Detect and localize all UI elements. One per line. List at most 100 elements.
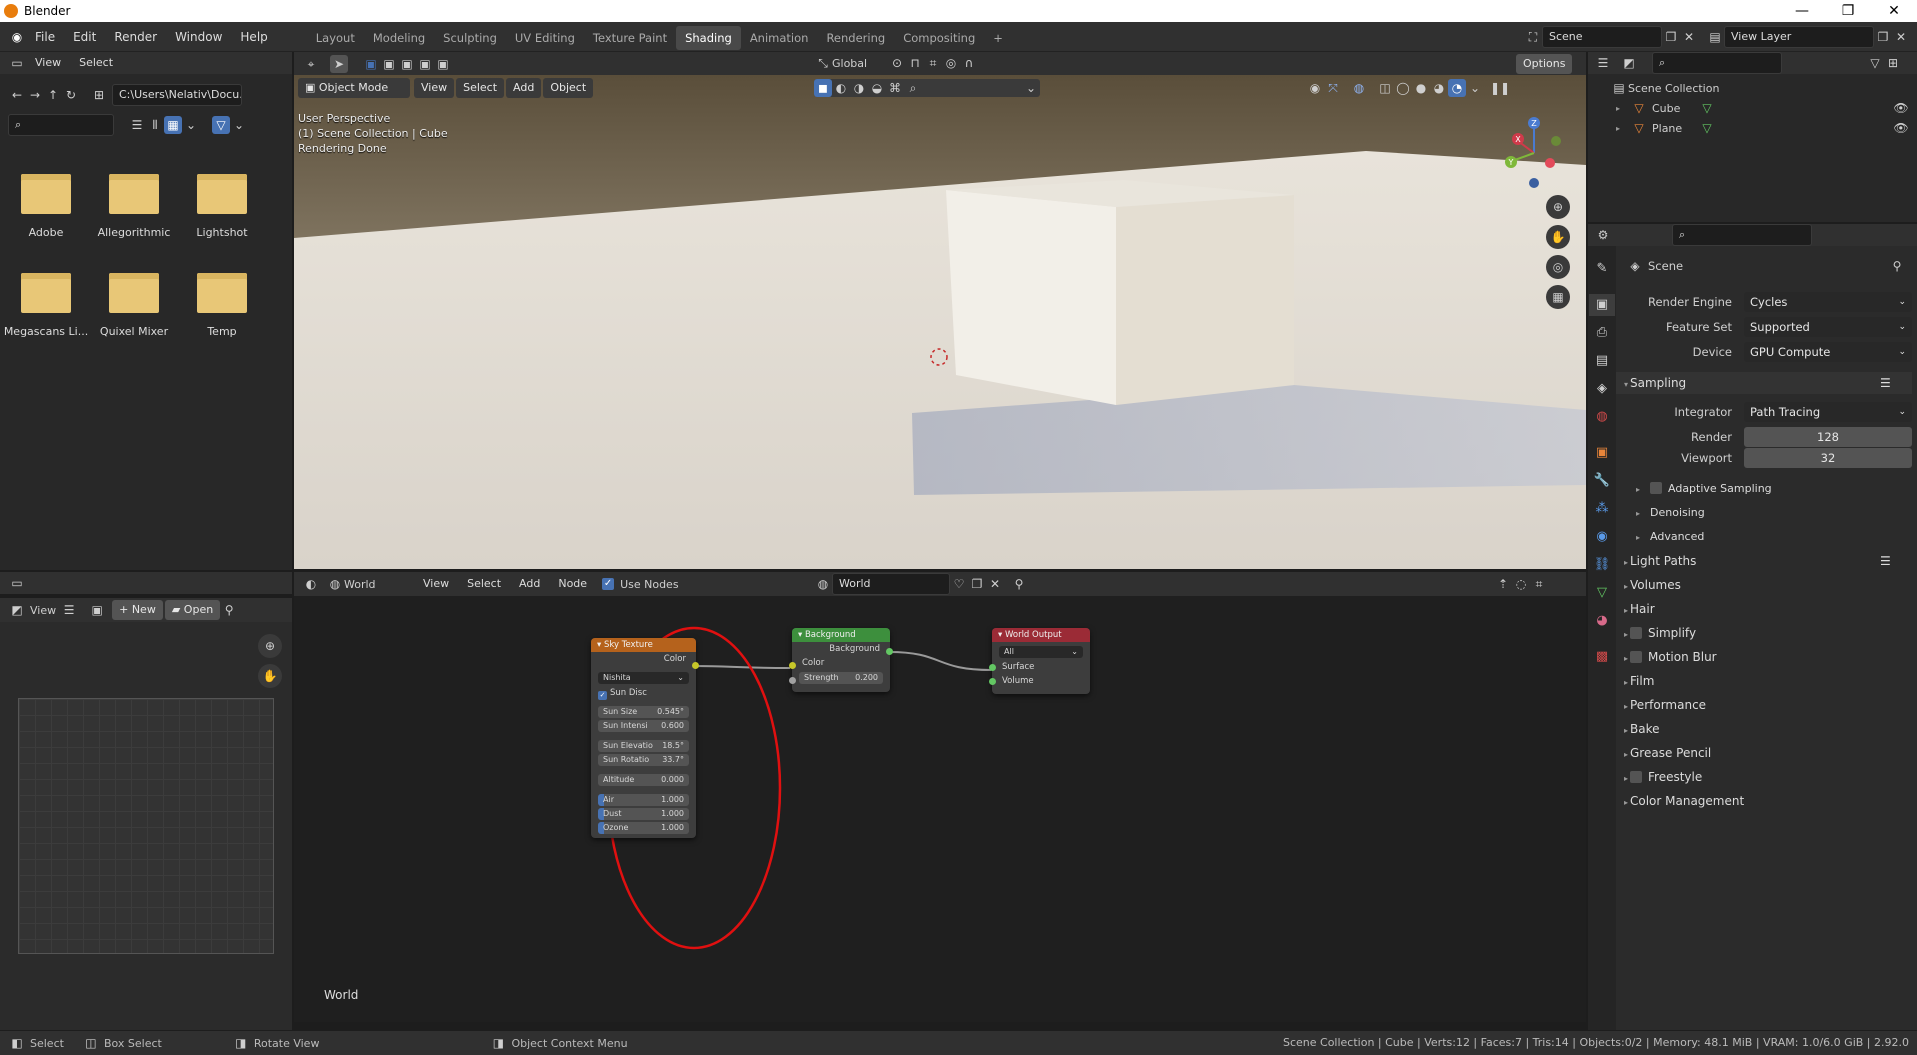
sun-disc-row[interactable]: ✓ Sun Disc bbox=[591, 686, 696, 700]
gizmo-toggle-icon[interactable]: ⤧ bbox=[1324, 79, 1342, 97]
fake-user-icon[interactable]: ♡ bbox=[950, 575, 968, 593]
tab-texture-paint[interactable]: Texture Paint bbox=[584, 26, 676, 50]
freestyle-checkbox[interactable] bbox=[1630, 771, 1642, 783]
image-editor-type-icon[interactable]: ▭ bbox=[8, 574, 26, 592]
performance-section[interactable]: ▸ Performance bbox=[1616, 694, 1912, 716]
output-target-dropdown[interactable]: All ⌄ bbox=[999, 646, 1083, 658]
add-workspace-button[interactable]: + bbox=[984, 26, 1012, 50]
air-field[interactable]: Air 1.000 bbox=[598, 794, 689, 806]
background-node[interactable]: ▾ Background Background Color Strength 0.… bbox=[789, 628, 893, 692]
new-scene-icon[interactable]: ❐ bbox=[1662, 28, 1680, 46]
node-menu-add[interactable]: Add bbox=[510, 572, 549, 596]
properties-search-input[interactable]: ⌕ bbox=[1672, 224, 1812, 246]
object-type-light-icon[interactable]: ◐ bbox=[832, 79, 850, 97]
hair-section[interactable]: ▸ Hair bbox=[1616, 598, 1912, 620]
orientation-dropdown[interactable]: Global bbox=[832, 57, 888, 70]
restore-icon[interactable]: ❐ bbox=[1825, 0, 1871, 22]
mesh-data-icon[interactable]: ▽ bbox=[1698, 99, 1716, 117]
back-icon[interactable]: ← bbox=[8, 86, 26, 104]
folder-item[interactable]: Allegorithmic bbox=[90, 166, 178, 262]
pivot-icon[interactable]: ⊙ bbox=[888, 54, 906, 72]
viewport-search-icon[interactable]: ⌕ bbox=[904, 79, 922, 97]
tab-layout[interactable]: Layout bbox=[307, 26, 364, 50]
view-layer-tab-icon[interactable]: ▤ bbox=[1589, 350, 1615, 372]
expand-icon[interactable]: ▸ bbox=[1616, 104, 1630, 113]
tab-modeling[interactable]: Modeling bbox=[364, 26, 434, 50]
folder-item[interactable]: Quixel Mixer bbox=[90, 265, 178, 361]
folder-item[interactable]: Lightshot bbox=[178, 166, 266, 262]
folder-item[interactable]: Temp bbox=[178, 265, 266, 361]
sampling-section[interactable]: ▾ Sampling ☰ bbox=[1616, 372, 1912, 394]
motion-blur-checkbox[interactable] bbox=[1630, 651, 1642, 663]
select-extend-icon[interactable]: ▣ bbox=[380, 55, 398, 73]
shading-dropdown-icon[interactable]: ⌄ bbox=[1466, 79, 1484, 97]
pan-hand-icon[interactable]: ✋ bbox=[1546, 225, 1570, 249]
pin-icon[interactable]: ⚲ bbox=[220, 601, 238, 619]
blender-menu-icon[interactable]: ◉ bbox=[8, 28, 26, 46]
filter-icon[interactable]: ▽ bbox=[212, 116, 230, 134]
material-shading-icon[interactable]: ◕ bbox=[1430, 79, 1448, 97]
render-samples-field[interactable]: 128 bbox=[1744, 427, 1912, 447]
object-type-curve-icon[interactable]: ◒ bbox=[868, 79, 886, 97]
mesh-data-icon[interactable]: ▽ bbox=[1698, 119, 1716, 137]
menu-edit[interactable]: Edit bbox=[64, 22, 105, 52]
tab-rendering[interactable]: Rendering bbox=[817, 26, 894, 50]
surface-socket[interactable] bbox=[989, 664, 996, 671]
editor-type-icon[interactable]: ▭ bbox=[8, 54, 26, 72]
parent-dir-icon[interactable]: ↑ bbox=[44, 86, 62, 104]
filebrowser-search-input[interactable]: ⌕ bbox=[8, 114, 114, 136]
sky-texture-header[interactable]: ▾ Sky Texture bbox=[591, 638, 696, 652]
pin-icon[interactable]: ⚲ bbox=[1888, 257, 1906, 275]
refresh-icon[interactable]: ↻ bbox=[62, 86, 80, 104]
adaptive-sampling-checkbox[interactable] bbox=[1650, 482, 1662, 494]
navigation-gizmo[interactable]: Z X Y bbox=[1498, 113, 1578, 193]
tab-compositing[interactable]: Compositing bbox=[894, 26, 984, 50]
rendered-shading-icon[interactable]: ◔ bbox=[1448, 79, 1466, 97]
volume-socket[interactable] bbox=[989, 678, 996, 685]
strength-input-socket[interactable] bbox=[789, 677, 796, 684]
feature-set-dropdown[interactable]: Supported ⌄ bbox=[1744, 317, 1912, 337]
image-editor-canvas[interactable]: ⊕ ✋ bbox=[0, 622, 292, 1030]
view-layer-selector[interactable]: View Layer bbox=[1724, 26, 1874, 48]
film-section[interactable]: ▸ Film bbox=[1616, 670, 1912, 692]
delete-scene-icon[interactable]: ✕ bbox=[1680, 28, 1698, 46]
outliner-item-plane[interactable]: ▸ ▽ Plane ▽ 👁 bbox=[1616, 118, 1916, 138]
adaptive-sampling-section[interactable]: ▸ Adaptive Sampling bbox=[1636, 477, 1906, 499]
zoom-icon[interactable]: ⊕ bbox=[258, 634, 282, 658]
duplicate-world-icon[interactable]: ❐ bbox=[968, 575, 986, 593]
folder-item[interactable]: Adobe bbox=[2, 166, 90, 262]
sky-texture-node[interactable]: ▾ Sky Texture Color Nishita ⌄ ✓ Sun Disc S… bbox=[591, 638, 699, 838]
close-icon[interactable]: ✕ bbox=[1871, 0, 1917, 22]
snap-mode-icon[interactable]: ⌗ bbox=[1530, 575, 1548, 593]
outliner-search-input[interactable]: ⌕ bbox=[1652, 52, 1782, 74]
zoom-icon[interactable]: ⊕ bbox=[1546, 195, 1570, 219]
viewport-menu-view[interactable]: View bbox=[414, 78, 455, 98]
strength-field[interactable]: Strength 0.200 bbox=[799, 672, 883, 684]
snap-target-icon[interactable]: ⌗ bbox=[924, 54, 942, 72]
proportional-edit-icon[interactable]: ◎ bbox=[942, 54, 960, 72]
object-mode-dropdown[interactable]: ▣ Object Mode bbox=[298, 78, 410, 98]
filebrowser-menu-select[interactable]: Select bbox=[70, 52, 122, 74]
render-tab-icon[interactable]: ▣ bbox=[1589, 294, 1615, 316]
thumbnails-icon[interactable]: ▦ bbox=[164, 116, 182, 134]
node-menu-node[interactable]: Node bbox=[549, 572, 596, 596]
motion-blur-section[interactable]: ▸ Motion Blur bbox=[1616, 646, 1912, 668]
filter-dropdown-icon[interactable]: ⌄ bbox=[230, 116, 248, 134]
options-dropdown[interactable]: Options bbox=[1516, 54, 1573, 74]
select-invert-icon[interactable]: ▣ bbox=[416, 55, 434, 73]
viewport-menu-add[interactable]: Add bbox=[506, 78, 542, 98]
object-type-camera-icon[interactable]: ◑ bbox=[850, 79, 868, 97]
tab-uv-editing[interactable]: UV Editing bbox=[506, 26, 584, 50]
use-nodes-checkbox[interactable]: ✓ bbox=[602, 578, 615, 590]
node-menu-view[interactable]: View bbox=[414, 572, 458, 596]
path-field[interactable]: C:\Users\Nelativ\Docu... bbox=[112, 84, 242, 106]
light-paths-section[interactable]: ▸ Light Paths ☰ bbox=[1616, 550, 1912, 572]
background-output-socket[interactable] bbox=[886, 648, 893, 655]
dust-field[interactable]: Dust 1.000 bbox=[598, 808, 689, 820]
menu-window[interactable]: Window bbox=[166, 22, 231, 52]
eye-icon[interactable]: 👁 bbox=[1892, 99, 1910, 117]
sun-elevation-field[interactable]: Sun Elevatio 18.5° bbox=[598, 740, 689, 752]
select-intersect-icon[interactable]: ▣ bbox=[434, 55, 452, 73]
new-folder-icon[interactable]: ⊞ bbox=[90, 86, 108, 104]
ozone-field[interactable]: Ozone 1.000 bbox=[598, 822, 689, 834]
